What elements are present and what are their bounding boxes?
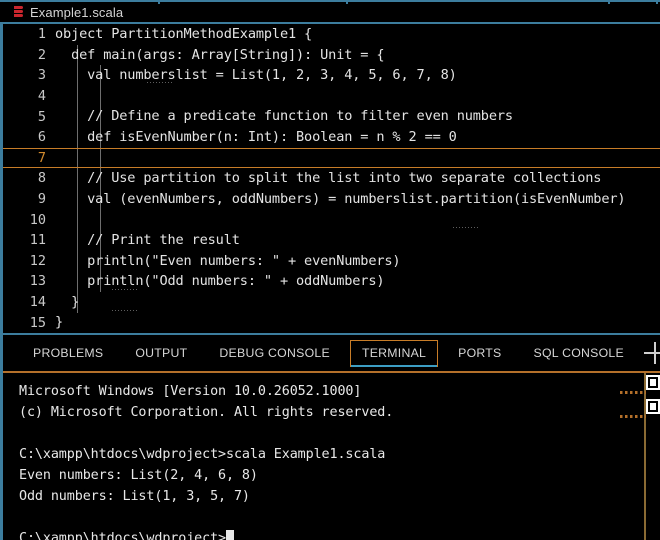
code-line-text: // Define a predicate function to filter… <box>55 106 660 127</box>
terminal-action-icon[interactable] <box>646 399 660 414</box>
panel-tab-terminal[interactable]: TERMINAL <box>350 340 438 367</box>
editor-tab-bar: Example1.scala <box>0 0 660 24</box>
code-line-text: def isEvenNumber(n: Int): Boolean = n % … <box>55 127 660 148</box>
terminal-line: (c) Microsoft Corporation. All rights re… <box>19 402 660 423</box>
line-number: 12 <box>3 253 55 269</box>
tabbar-divider <box>656 0 658 4</box>
terminal-line: Odd numbers: List(1, 3, 5, 7) <box>19 486 660 507</box>
terminal-output[interactable]: Microsoft Windows [Version 10.0.26052.10… <box>3 373 660 540</box>
panel-actions <box>644 342 660 364</box>
terminal-cursor <box>226 530 234 540</box>
terminal-edge-actions <box>646 375 660 423</box>
scala-file-icon <box>14 6 23 19</box>
code-line[interactable]: 14 } <box>3 292 660 313</box>
code-line[interactable]: 3 val numberslist = List(1, 2, 3, 4, 5, … <box>3 65 660 86</box>
code-line[interactable]: 13 println("Odd numbers: " + oddNumbers) <box>3 271 660 292</box>
line-number: 1 <box>3 26 55 42</box>
bottom-panel: PROBLEMS OUTPUT DEBUG CONSOLE TERMINAL PORTS… <box>0 333 660 540</box>
panel-tab-debug-console[interactable]: DEBUG CONSOLE <box>207 340 342 367</box>
code-line[interactable]: 12 println("Even numbers: " + evenNumber… <box>3 251 660 272</box>
tabbar-divider <box>608 0 610 4</box>
code-editor[interactable]: 1object PartitionMethodExample1 {2 def m… <box>0 24 660 333</box>
code-line[interactable]: 2 def main(args: Array[String]): Unit = … <box>3 45 660 66</box>
terminal-container: Microsoft Windows [Version 10.0.26052.10… <box>3 371 660 540</box>
terminal-line: Even numbers: List(2, 4, 6, 8) <box>19 465 660 486</box>
code-line[interactable]: 9 val (evenNumbers, oddNumbers) = number… <box>3 189 660 210</box>
panel-tab-problems[interactable]: PROBLEMS <box>21 340 115 367</box>
terminal-command-marker <box>620 391 646 394</box>
code-line-text: object PartitionMethodExample1 { <box>55 24 660 45</box>
terminal-line: C:\xampp\htdocs\wdproject>scala Example1… <box>19 444 660 465</box>
squiggle-println-2 <box>111 309 137 311</box>
line-number: 2 <box>3 47 55 63</box>
code-line-text: // Use partition to split the list into … <box>55 168 660 189</box>
code-line-text: } <box>55 312 660 333</box>
line-number: 3 <box>3 67 55 83</box>
panel-tab-ports[interactable]: PORTS <box>446 340 513 367</box>
terminal-line <box>19 423 660 444</box>
line-number: 10 <box>3 212 55 228</box>
plus-icon[interactable] <box>644 342 660 364</box>
code-line[interactable]: 1object PartitionMethodExample1 { <box>3 24 660 45</box>
code-line[interactable]: 7 <box>3 148 660 169</box>
line-number: 7 <box>3 150 55 166</box>
code-line-text: println("Odd numbers: " + oddNumbers) <box>55 271 660 292</box>
terminal-command-marker <box>620 415 646 418</box>
code-lines: 1object PartitionMethodExample1 {2 def m… <box>3 24 660 333</box>
squiggle-println-1 <box>111 288 137 290</box>
code-line[interactable]: 5 // Define a predicate function to filt… <box>3 106 660 127</box>
squiggle-numberslist-2 <box>452 226 478 228</box>
code-line[interactable]: 10 <box>3 209 660 230</box>
line-number: 6 <box>3 129 55 145</box>
code-line[interactable]: 4 <box>3 86 660 107</box>
code-line-text: val (evenNumbers, oddNumbers) = numbersl… <box>55 189 660 210</box>
tabbar-divider <box>346 0 348 4</box>
line-number: 5 <box>3 109 55 125</box>
code-line[interactable]: 8 // Use partition to split the list int… <box>3 168 660 189</box>
code-line-text: println("Even numbers: " + evenNumbers) <box>55 251 660 272</box>
line-number: 14 <box>3 294 55 310</box>
terminal-line: Microsoft Windows [Version 10.0.26052.10… <box>19 381 660 402</box>
editor-tab-example1-scala[interactable]: Example1.scala <box>0 2 133 22</box>
code-line-text: // Print the result <box>55 230 660 251</box>
line-number: 11 <box>3 232 55 248</box>
terminal-prompt-line[interactable]: C:\xampp\htdocs\wdproject> <box>19 528 660 540</box>
vscode-window: Example1.scala 1object PartitionMethodEx… <box>0 0 660 540</box>
editor-tab-label: Example1.scala <box>30 5 123 20</box>
code-line-text: def main(args: Array[String]): Unit = { <box>55 45 660 66</box>
tabbar-divider <box>158 0 160 4</box>
squiggle-numberslist <box>146 81 172 83</box>
code-line[interactable]: 6 def isEvenNumber(n: Int): Boolean = n … <box>3 127 660 148</box>
panel-tab-bar: PROBLEMS OUTPUT DEBUG CONSOLE TERMINAL PORTS… <box>3 333 660 371</box>
code-line[interactable]: 11 // Print the result <box>3 230 660 251</box>
code-line-text: } <box>55 292 660 313</box>
line-number: 9 <box>3 191 55 207</box>
terminal-line <box>19 507 660 528</box>
line-number: 8 <box>3 170 55 186</box>
terminal-action-icon[interactable] <box>646 375 660 390</box>
terminal-prompt: C:\xampp\htdocs\wdproject> <box>19 531 226 540</box>
panel-tab-sql-console[interactable]: SQL CONSOLE <box>522 340 636 367</box>
panel-tab-output[interactable]: OUTPUT <box>123 340 199 367</box>
code-line[interactable]: 15} <box>3 312 660 333</box>
line-number: 13 <box>3 273 55 289</box>
line-number: 4 <box>3 88 55 104</box>
line-number: 15 <box>3 315 55 331</box>
